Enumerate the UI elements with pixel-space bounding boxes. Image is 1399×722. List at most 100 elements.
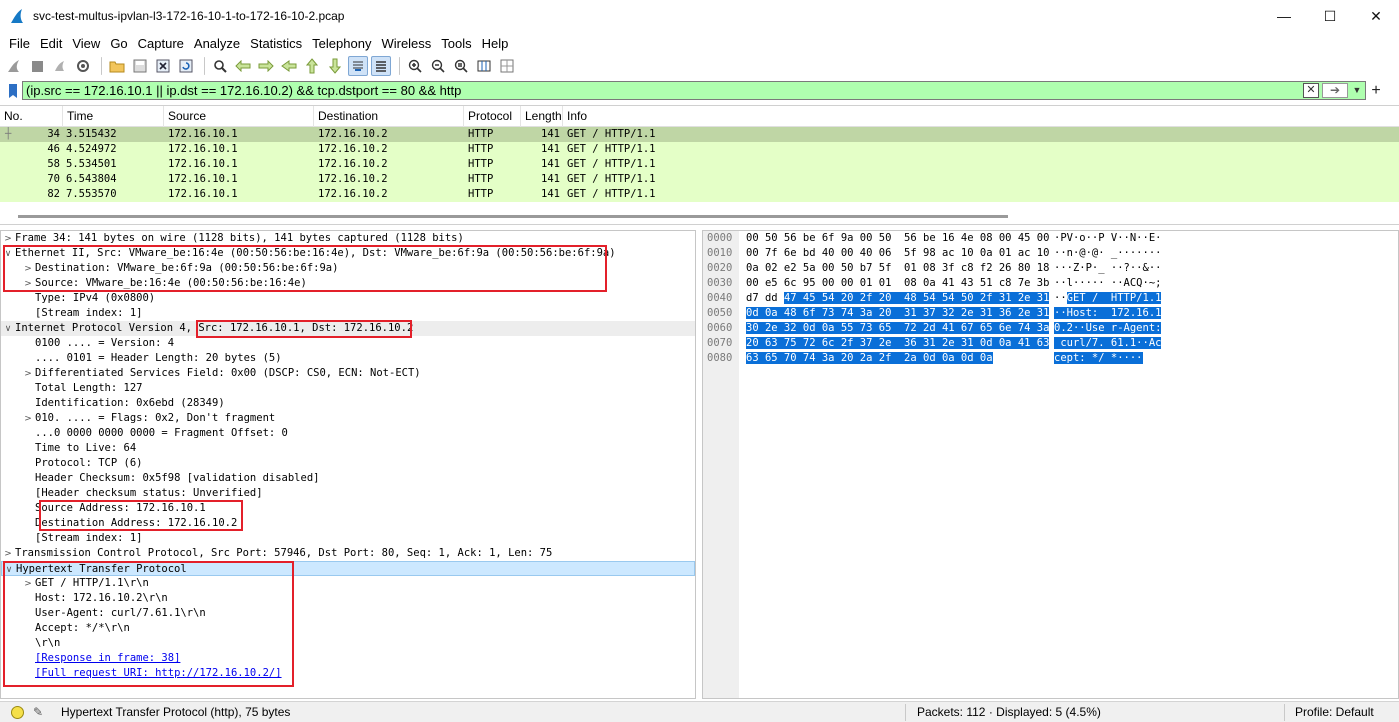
bookmark-icon[interactable] — [4, 81, 22, 101]
tree-item-ip-stream[interactable]: [Stream index: 1] — [1, 531, 695, 546]
close-button[interactable]: ✕ — [1353, 0, 1399, 32]
clear-filter-icon[interactable]: ✕ — [1303, 83, 1319, 98]
reload-file-icon[interactable] — [176, 56, 196, 76]
tree-item-ip-ttl[interactable]: Time to Live: 64 — [1, 441, 695, 456]
column-protocol[interactable]: Protocol — [464, 105, 521, 127]
menu-capture[interactable]: Capture — [133, 36, 189, 51]
display-filter-input[interactable]: (ip.src == 172.16.10.1 || ip.dst == 172.… — [22, 81, 1366, 100]
tree-item-eth-type[interactable]: Type: IPv4 (0x0800) — [1, 291, 695, 306]
highlighted-bytes: 20 63 75 72 6c 2f 37 2e 36 31 2e 31 0d 0… — [746, 337, 1050, 349]
column-no[interactable]: No. — [0, 105, 63, 127]
expand-arrow-icon[interactable]: > — [1, 547, 15, 562]
packet-row[interactable]: 46 4.524972 172.16.10.1 172.16.10.2 HTTP… — [0, 142, 1399, 157]
tree-item-tcp[interactable]: > Transmission Control Protocol, Src Port… — [1, 546, 695, 561]
filter-history-chevron-icon[interactable]: ▼ — [1351, 83, 1363, 98]
zoom-reset-icon[interactable] — [451, 56, 471, 76]
packet-time: 5.534501 — [66, 158, 117, 170]
packet-row[interactable]: 82 7.553570 172.16.10.1 172.16.10.2 HTTP… — [0, 187, 1399, 202]
horizontal-scrollbar[interactable] — [18, 215, 1008, 218]
packet-length: 141 — [541, 188, 560, 200]
zoom-in-icon[interactable] — [405, 56, 425, 76]
tree-item-frame[interactable]: > Frame 34: 141 bytes on wire (1128 bits)… — [1, 231, 695, 246]
colorize-icon[interactable] — [371, 56, 391, 76]
close-file-icon[interactable] — [153, 56, 173, 76]
tree-item-ip-dsfield[interactable]: > Differentiated Services Field: 0x00 (DS… — [1, 366, 695, 381]
tree-item-ip-checksum[interactable]: Header Checksum: 0x5f98 [validation disa… — [1, 471, 695, 486]
packet-list: No. Time Source Destination Protocol Len… — [0, 105, 1399, 225]
packet-row[interactable]: 70 6.543804 172.16.10.1 172.16.10.2 HTTP… — [0, 172, 1399, 187]
stop-capture-icon[interactable] — [27, 56, 47, 76]
go-first-packet-icon[interactable] — [302, 56, 322, 76]
packet-protocol: HTTP — [468, 143, 494, 155]
menu-statistics[interactable]: Statistics — [245, 36, 307, 51]
menu-help[interactable]: Help — [477, 36, 514, 51]
tree-item-ip-total-length[interactable]: Total Length: 127 — [1, 381, 695, 396]
restart-capture-icon[interactable] — [50, 56, 70, 76]
tree-item-ip-identification[interactable]: Identification: 0x6ebd (28349) — [1, 396, 695, 411]
expand-arrow-icon[interactable]: > — [21, 412, 35, 427]
go-forward-icon[interactable] — [256, 56, 276, 76]
find-packet-icon[interactable] — [210, 56, 230, 76]
capture-comment-icon[interactable]: ✎ — [33, 705, 49, 719]
tree-item-ip-flags[interactable]: >010. .... = Flags: 0x2, Don't fragment — [1, 411, 695, 426]
packet-info: GET / HTTP/1.1 — [567, 143, 656, 155]
packet-source: 172.16.10.1 — [168, 173, 238, 185]
packet-details-pane: > Frame 34: 141 bytes on wire (1128 bits)… — [0, 230, 696, 699]
tree-item-ip-fragment-offset[interactable]: ...0 0000 0000 0000 = Fragment Offset: 0 — [1, 426, 695, 441]
capture-options-icon[interactable] — [73, 56, 93, 76]
save-file-icon[interactable] — [130, 56, 150, 76]
open-file-icon[interactable] — [107, 56, 127, 76]
expert-info-led-icon[interactable] — [11, 705, 24, 719]
tree-item-ip-header-length[interactable]: .... 0101 = Header Length: 20 bytes (5) — [1, 351, 695, 366]
expand-subtrees-icon[interactable] — [497, 56, 517, 76]
tree-item-ip-checksum-status[interactable]: [Header checksum status: Unverified] — [1, 486, 695, 501]
packet-time: 7.553570 — [66, 188, 117, 200]
main-toolbar — [0, 54, 1399, 78]
packet-row[interactable]: ┼ 34 3.515432 172.16.10.1 172.16.10.2 HTT… — [0, 127, 1399, 142]
menu-telephony[interactable]: Telephony — [307, 36, 376, 51]
packet-protocol: HTTP — [468, 188, 494, 200]
tree-item-eth-stream[interactable]: [Stream index: 1] — [1, 306, 695, 321]
start-capture-icon[interactable] — [4, 56, 24, 76]
menu-wireless[interactable]: Wireless — [376, 36, 436, 51]
packet-no: 70 — [47, 173, 60, 185]
annotation-box-ip-summary — [196, 320, 412, 338]
zoom-out-icon[interactable] — [428, 56, 448, 76]
column-time[interactable]: Time — [63, 105, 164, 127]
resize-columns-icon[interactable] — [474, 56, 494, 76]
packet-row[interactable]: 58 5.534501 172.16.10.1 172.16.10.2 HTTP… — [0, 157, 1399, 172]
tree-item-ip-protocol[interactable]: Protocol: TCP (6) — [1, 456, 695, 471]
auto-scroll-icon[interactable] — [348, 56, 368, 76]
status-bar: ✎ Hypertext Transfer Protocol (http), 75… — [0, 701, 1399, 722]
menu-go[interactable]: Go — [105, 36, 132, 51]
status-profile[interactable]: Profile: Default — [1295, 705, 1374, 719]
packet-length: 141 — [541, 128, 560, 140]
highlighted-bytes: 0d 0a 48 6f 73 74 3a 20 31 37 32 2e 31 3… — [746, 307, 1050, 319]
packet-protocol: HTTP — [468, 158, 494, 170]
column-info[interactable]: Info — [563, 106, 587, 127]
menu-file[interactable]: File — [4, 36, 35, 51]
expand-arrow-icon[interactable]: > — [21, 367, 35, 382]
packet-destination: 172.16.10.2 — [318, 128, 388, 140]
collapse-arrow-icon[interactable]: ∨ — [1, 322, 15, 337]
go-to-packet-icon[interactable] — [279, 56, 299, 76]
minimize-button[interactable]: — — [1261, 0, 1307, 32]
display-filter-bar: (ip.src == 172.16.10.1 || ip.dst == 172.… — [0, 80, 1399, 102]
go-back-icon[interactable] — [233, 56, 253, 76]
maximize-button[interactable]: ☐ — [1307, 0, 1353, 32]
menu-tools[interactable]: Tools — [436, 36, 476, 51]
column-source[interactable]: Source — [164, 105, 314, 127]
column-length[interactable]: Length — [521, 105, 563, 127]
go-last-packet-icon[interactable] — [325, 56, 345, 76]
menu-edit[interactable]: Edit — [35, 36, 67, 51]
apply-filter-icon[interactable]: ➔ — [1322, 83, 1348, 98]
packet-info: GET / HTTP/1.1 — [567, 128, 656, 140]
status-packet-counts: Packets: 112 · Displayed: 5 (4.5%) — [917, 705, 1101, 719]
highlighted-bytes: 30 2e 32 0d 0a 55 73 65 72 2d 41 67 65 6… — [746, 322, 1050, 334]
wireshark-fin-icon — [11, 9, 23, 23]
column-destination[interactable]: Destination — [314, 105, 464, 127]
add-filter-button-icon[interactable]: + — [1369, 81, 1383, 100]
menu-view[interactable]: View — [67, 36, 105, 51]
menu-analyze[interactable]: Analyze — [189, 36, 245, 51]
tree-item-ip-version[interactable]: 0100 .... = Version: 4 — [1, 336, 695, 351]
